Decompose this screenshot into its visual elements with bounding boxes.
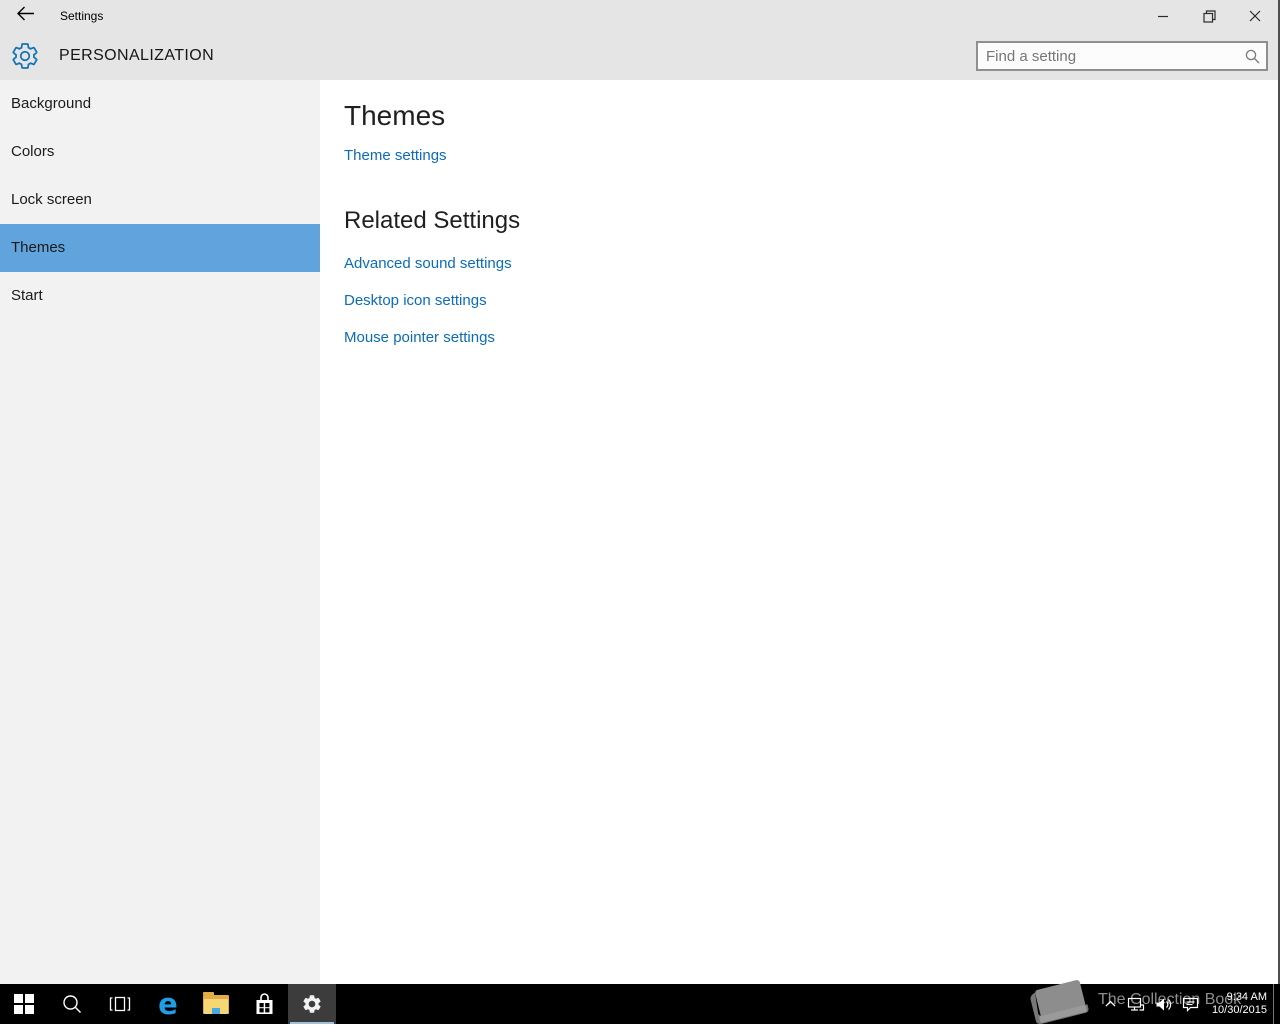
restore-icon <box>1202 9 1216 23</box>
clock-time: 9:34 AM <box>1226 991 1267 1003</box>
sidebar-item-themes[interactable]: Themes <box>0 224 320 272</box>
related-settings-links: Advanced sound settings Desktop icon set… <box>344 255 1278 346</box>
sidebar-item-background[interactable]: Background <box>0 80 320 128</box>
close-icon <box>1249 10 1261 22</box>
settings-taskbar-button[interactable] <box>288 984 336 1024</box>
theme-settings-link[interactable]: Theme settings <box>344 147 447 164</box>
taskbar-buttons: e <box>0 984 336 1024</box>
desktop-icon-settings-link[interactable]: Desktop icon settings <box>344 292 487 309</box>
sidebar-item-start[interactable]: Start <box>0 272 320 320</box>
show-desktop-button[interactable] <box>1273 984 1280 1024</box>
search-icon <box>63 995 81 1013</box>
system-tray: 9:34 AM 10/30/2015 <box>1099 984 1280 1024</box>
file-explorer-button[interactable] <box>192 984 240 1024</box>
minimize-button[interactable] <box>1140 0 1186 32</box>
sidebar-item-lock-screen[interactable]: Lock screen <box>0 176 320 224</box>
back-arrow-icon <box>16 6 35 26</box>
restore-button[interactable] <box>1186 0 1232 32</box>
store-button[interactable] <box>240 984 288 1024</box>
gear-icon <box>303 995 321 1013</box>
chevron-up-icon[interactable] <box>1104 998 1117 1010</box>
related-settings-heading: Related Settings <box>344 207 521 234</box>
store-bag-icon <box>256 992 272 1014</box>
folder-icon <box>203 991 229 1014</box>
action-center-icon[interactable] <box>1182 996 1199 1012</box>
search-box <box>976 41 1268 71</box>
themes-heading: Themes <box>344 100 446 131</box>
edge-icon: e <box>158 987 178 1021</box>
window-controls <box>1140 0 1278 32</box>
close-button[interactable] <box>1232 0 1278 32</box>
taskbar: The Collection Book e 9:34 AM 10/30/2015 <box>0 980 1280 1024</box>
edge-button[interactable]: e <box>144 984 192 1024</box>
main-content: Themes Theme settings Related Settings A… <box>320 80 1278 984</box>
mouse-pointer-settings-link[interactable]: Mouse pointer settings <box>344 329 495 346</box>
titlebar: Settings <box>0 0 1280 32</box>
search-input[interactable] <box>978 47 1238 65</box>
network-icon[interactable] <box>1127 996 1145 1012</box>
minimize-icon <box>1158 15 1168 18</box>
window-title: Settings <box>60 9 104 23</box>
search-icon[interactable] <box>1238 49 1266 64</box>
start-button[interactable] <box>0 984 48 1024</box>
back-button[interactable] <box>8 0 42 32</box>
taskbar-search-button[interactable] <box>48 984 96 1024</box>
sidebar-item-colors[interactable]: Colors <box>0 128 320 176</box>
advanced-sound-settings-link[interactable]: Advanced sound settings <box>344 255 512 272</box>
taskbar-clock[interactable]: 9:34 AM 10/30/2015 <box>1212 991 1267 1017</box>
volume-icon[interactable] <box>1155 997 1172 1012</box>
clock-date: 10/30/2015 <box>1211 1004 1267 1016</box>
windows-logo-icon <box>14 994 34 1014</box>
page-title: PERSONALIZATION <box>59 47 215 64</box>
app-header: PERSONALIZATION <box>0 32 1280 80</box>
task-view-button[interactable] <box>96 984 144 1024</box>
settings-gear-icon <box>10 41 40 76</box>
task-view-icon <box>109 996 131 1012</box>
sidebar-nav: Background Colors Lock screen Themes Sta… <box>0 80 320 984</box>
